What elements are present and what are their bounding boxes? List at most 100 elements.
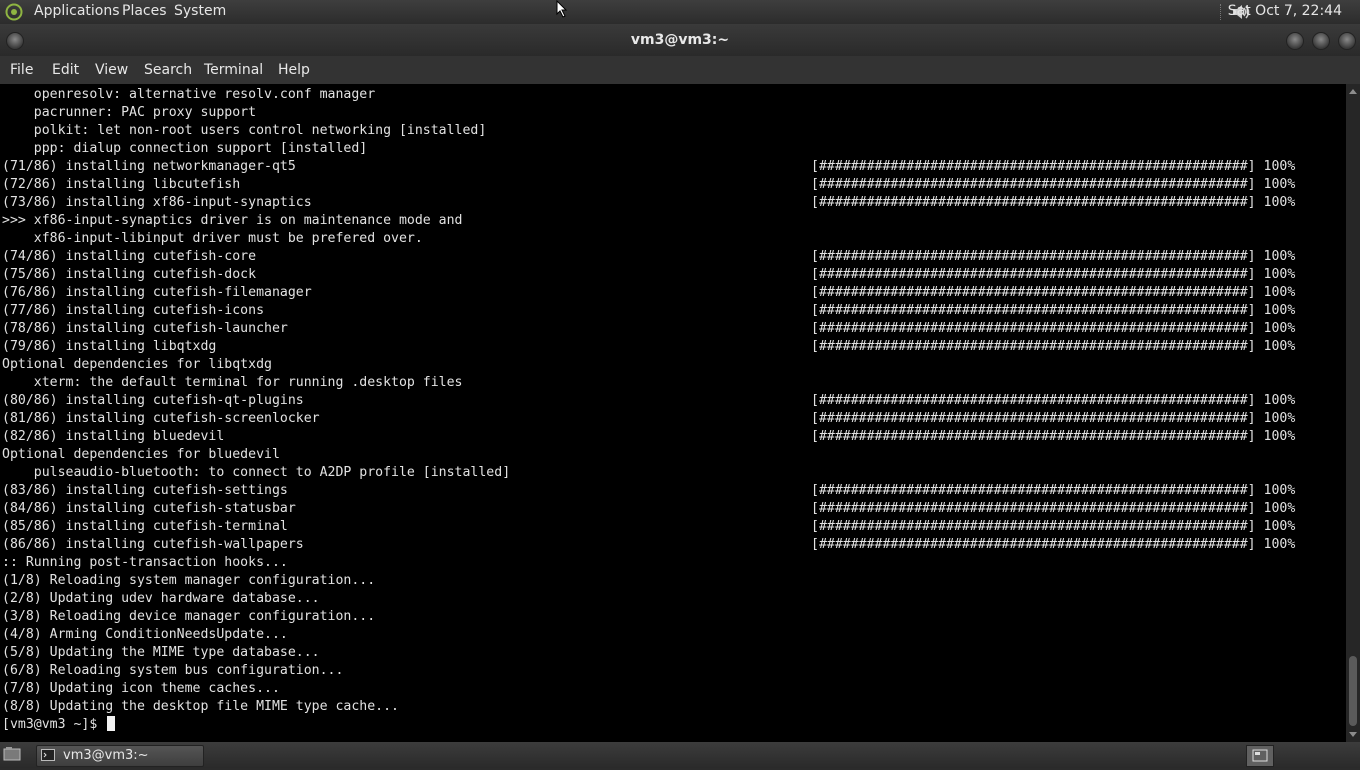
terminal-line: (71/86) installing networkmanager-qt5 [##… (2, 158, 1295, 176)
shell-prompt: [vm3@vm3 ~]$ (2, 717, 106, 732)
panel-separator (1220, 4, 1223, 20)
terminal-line: (8/8) Updating the desktop file MIME typ… (2, 698, 399, 716)
terminal-line-text: (3/8) Reloading device manager configura… (2, 609, 376, 624)
terminal-line-text: (85/86) installing cutefish-terminal (2, 519, 288, 534)
terminal-line-text: (2/8) Updating udev hardware database... (2, 591, 320, 606)
terminal-line-text: (73/86) installing xf86-input-synaptics (2, 195, 312, 210)
progress-bar-text: [#######################################… (811, 519, 1296, 534)
distro-logo-icon[interactable] (4, 3, 24, 21)
window-title: vm3@vm3:~ (630, 32, 730, 48)
taskbar-label: vm3@vm3:~ (63, 748, 149, 763)
terminal-line-text: (7/8) Updating icon theme caches... (2, 681, 280, 696)
menu-terminal[interactable]: Terminal (204, 62, 263, 78)
terminal-line: Optional dependencies for bluedevil (2, 446, 280, 464)
terminal-line-text: Optional dependencies for libqtxdg (2, 357, 272, 372)
terminal-line-text: (5/8) Updating the MIME type database... (2, 645, 320, 660)
menu-file[interactable]: File (10, 62, 33, 78)
terminal-line: (83/86) installing cutefish-settings [###… (2, 482, 1295, 500)
terminal-line-text: (82/86) installing bluedevil (2, 429, 225, 444)
terminal-line: (73/86) installing xf86-input-synaptics [… (2, 194, 1295, 212)
mouse-pointer-icon (556, 0, 568, 18)
terminal-line: (82/86) installing bluedevil [###########… (2, 428, 1295, 446)
terminal-line-text: (8/8) Updating the desktop file MIME typ… (2, 699, 399, 714)
terminal-line-text: (71/86) installing networkmanager-qt5 (2, 159, 296, 174)
terminal-line-text: (80/86) installing cutefish-qt-plugins (2, 393, 304, 408)
window-titlebar[interactable]: vm3@vm3:~ (0, 24, 1360, 56)
terminal-line-text: (6/8) Reloading system bus configuration… (2, 663, 344, 678)
menu-view[interactable]: View (95, 62, 128, 78)
terminal-output[interactable]: openresolv: alternative resolv.conf mana… (0, 84, 1346, 742)
terminal-line: (81/86) installing cutefish-screenlocker… (2, 410, 1295, 428)
terminal-line: (79/86) installing libqtxdg [############… (2, 338, 1295, 356)
terminal-line: (7/8) Updating icon theme caches... (2, 680, 280, 698)
progress-bar-text: [#######################################… (811, 483, 1296, 498)
menu-system[interactable]: System (174, 3, 226, 19)
terminal-line: (3/8) Reloading device manager configura… (2, 608, 375, 626)
close-button[interactable] (1338, 32, 1356, 50)
progress-bar-text: [#######################################… (811, 267, 1296, 282)
terminal-line: xf86-input-libinput driver must be prefe… (2, 230, 423, 248)
menu-edit[interactable]: Edit (52, 62, 79, 78)
progress-bar-text: [#######################################… (811, 339, 1296, 354)
terminal-line: (77/86) installing cutefish-icons [######… (2, 302, 1295, 320)
terminal-icon (41, 749, 55, 761)
terminal-line: openresolv: alternative resolv.conf mana… (2, 86, 375, 104)
terminal-line: (5/8) Updating the MIME type database... (2, 644, 320, 662)
terminal-line-text: (72/86) installing libcutefish (2, 177, 241, 192)
terminal-line-text: (86/86) installing cutefish-wallpapers (2, 537, 304, 552)
menu-help[interactable]: Help (278, 62, 310, 78)
scroll-down-icon[interactable] (1349, 732, 1357, 737)
progress-bar-text: [#######################################… (811, 411, 1296, 426)
terminal-line: pacrunner: PAC proxy support (2, 104, 256, 122)
progress-bar-text: [#######################################… (811, 285, 1296, 300)
progress-bar-text: [#######################################… (811, 177, 1296, 192)
progress-bar-text: [#######################################… (811, 249, 1296, 264)
menu-applications[interactable]: Applications (34, 3, 120, 19)
taskbar-button-terminal[interactable]: vm3@vm3:~ (36, 745, 204, 767)
terminal-line: (6/8) Reloading system bus configuration… (2, 662, 343, 680)
terminal-line: (80/86) installing cutefish-qt-plugins [#… (2, 392, 1295, 410)
maximize-button[interactable] (1312, 32, 1330, 50)
prompt-line[interactable]: [vm3@vm3 ~]$ (2, 716, 116, 734)
terminal-line-text: polkit: let non-root users control netwo… (2, 123, 487, 138)
terminal-line-text: pulseaudio-bluetooth: to connect to A2DP… (2, 465, 511, 480)
terminal-line: (2/8) Updating udev hardware database... (2, 590, 320, 608)
menu-search[interactable]: Search (144, 62, 192, 78)
bottom-panel: vm3@vm3:~ (0, 742, 1360, 768)
progress-bar-text: [#######################################… (811, 501, 1296, 516)
progress-bar-text: [#######################################… (811, 195, 1296, 210)
progress-bar-text: [#######################################… (811, 537, 1296, 552)
workspace-switcher[interactable] (1246, 745, 1274, 767)
terminal-line-text: xf86-input-libinput driver must be prefe… (2, 231, 423, 246)
progress-bar-text: [#######################################… (811, 429, 1296, 444)
menu-places[interactable]: Places (122, 3, 167, 19)
terminal-line-text: (74/86) installing cutefish-core (2, 249, 257, 264)
terminal-line: (4/8) Arming ConditionNeedsUpdate... (2, 626, 288, 644)
clock[interactable]: Sat Oct 7, 22:44 (1228, 3, 1342, 19)
terminal-line: (86/86) installing cutefish-wallpapers [#… (2, 536, 1295, 554)
terminal-line-text: (76/86) installing cutefish-filemanager (2, 285, 312, 300)
minimize-button[interactable] (1286, 32, 1304, 50)
terminal-line: (85/86) installing cutefish-terminal [###… (2, 518, 1295, 536)
menubar: File Edit View Search Terminal Help (0, 56, 1360, 84)
terminal-line: Optional dependencies for libqtxdg (2, 356, 272, 374)
terminal-line: >>> xf86-input-synaptics driver is on ma… (2, 212, 463, 230)
terminal-line-text: (1/8) Reloading system manager configura… (2, 573, 376, 588)
terminal-line-text: xterm: the default terminal for running … (2, 375, 463, 390)
terminal-line-text: (79/86) installing libqtxdg (2, 339, 217, 354)
progress-bar-text: [#######################################… (811, 159, 1296, 174)
terminal-line: :: Running post-transaction hooks... (2, 554, 288, 572)
terminal-line-text: >>> xf86-input-synaptics driver is on ma… (2, 213, 463, 228)
terminal-line: (75/86) installing cutefish-dock [#######… (2, 266, 1295, 284)
scroll-up-icon[interactable] (1349, 89, 1357, 94)
terminal-scrollbar[interactable] (1346, 84, 1360, 742)
terminal-line-text: (83/86) installing cutefish-settings (2, 483, 288, 498)
progress-bar-text: [#######################################… (811, 321, 1296, 336)
terminal-line-text: Optional dependencies for bluedevil (2, 447, 280, 462)
terminal-line-text: pacrunner: PAC proxy support (2, 105, 257, 120)
terminal-line: (76/86) installing cutefish-filemanager [… (2, 284, 1295, 302)
terminal-line-text: ppp: dialup connection support [installe… (2, 141, 368, 156)
terminal-line-text: :: Running post-transaction hooks... (2, 555, 288, 570)
scrollbar-thumb[interactable] (1349, 656, 1357, 726)
show-desktop-icon[interactable] (3, 746, 21, 762)
